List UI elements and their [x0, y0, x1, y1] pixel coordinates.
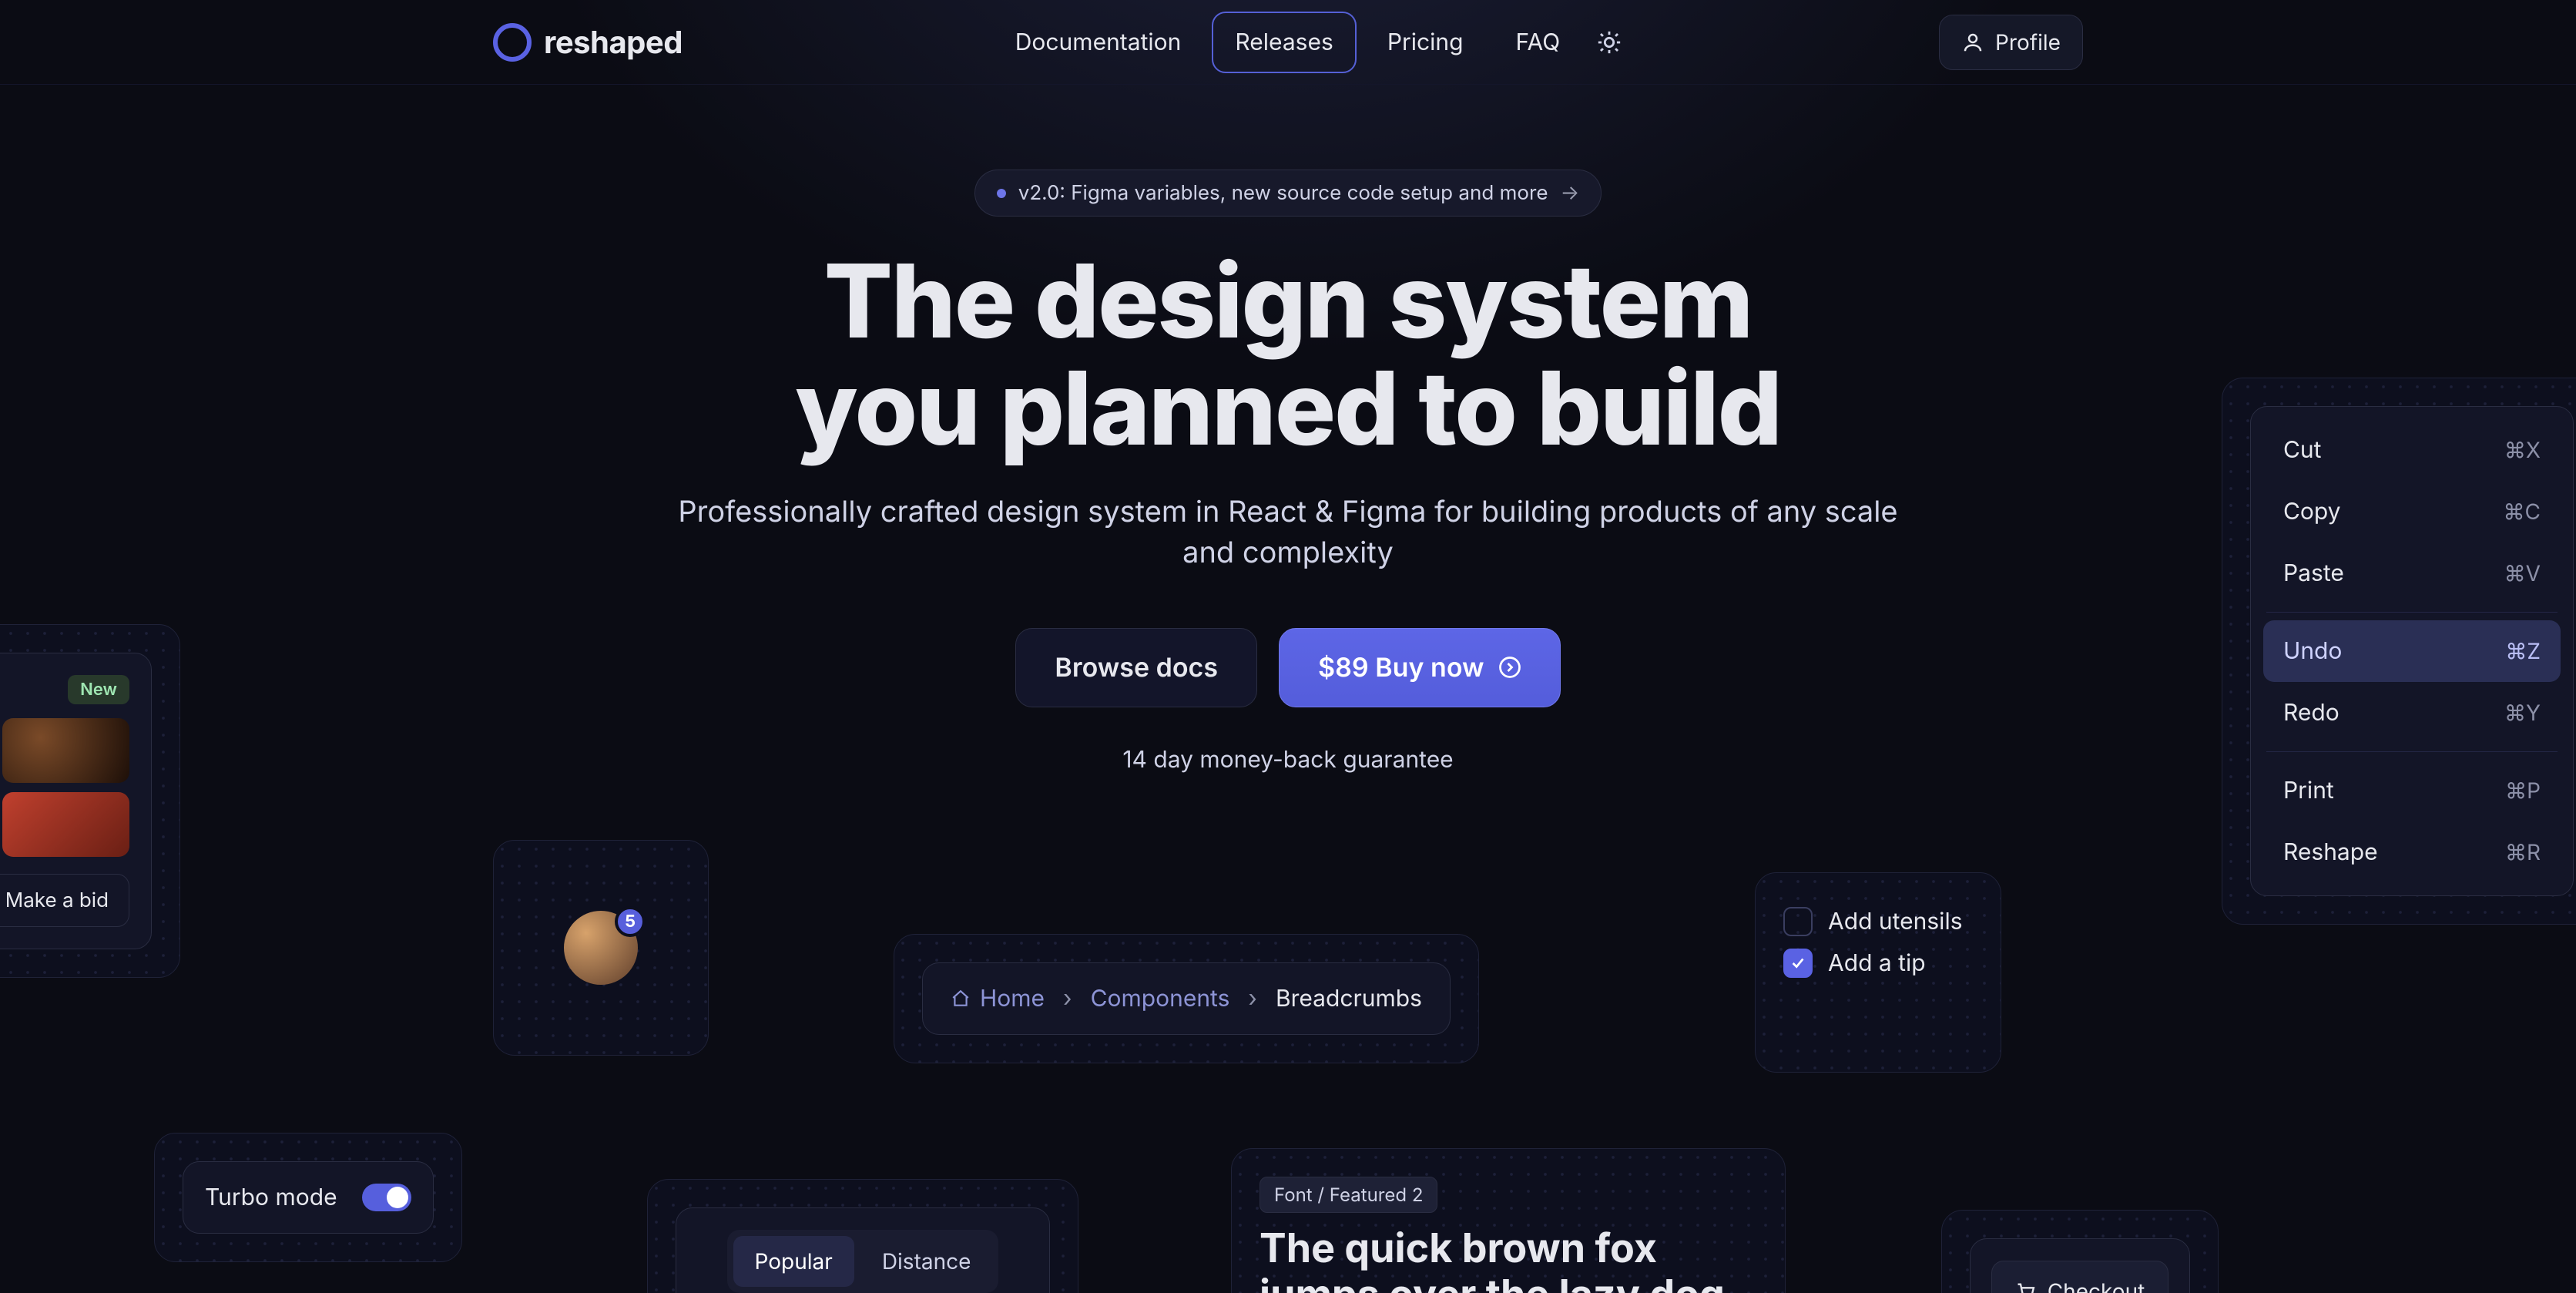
menu-shortcut: ⌘Z [2505, 638, 2541, 664]
avatar: 5 [564, 911, 638, 985]
nav-links: Documentation Releases Pricing FAQ [994, 12, 1628, 73]
menu-cut[interactable]: Cut ⌘X [2263, 419, 2561, 481]
menu-label: Cut [2283, 436, 2321, 464]
menu-label: Paste [2283, 559, 2344, 587]
demo-avatar-card: 5 [493, 840, 709, 1056]
hero: v2.0: Figma variables, new source code s… [0, 170, 2576, 774]
breadcrumb-label: Home [980, 985, 1045, 1013]
breadcrumb: Home › Components › Breadcrumbs [951, 985, 1422, 1013]
cta-row: Browse docs $89 Buy now [1015, 628, 1560, 707]
menu-paste[interactable]: Paste ⌘V [2263, 542, 2561, 604]
breadcrumb-current: Breadcrumbs [1276, 985, 1422, 1013]
menu-shortcut: ⌘X [2504, 437, 2541, 463]
tab-distance[interactable]: Distance [860, 1236, 993, 1287]
segmented-control: Popular Distance [727, 1230, 999, 1293]
menu-reshape[interactable]: Reshape ⌘R [2263, 821, 2561, 883]
logo-icon [493, 23, 532, 62]
profile-label: Profile [1995, 29, 2061, 55]
menu-undo[interactable]: Undo ⌘Z [2263, 620, 2561, 682]
breadcrumb-home[interactable]: Home [951, 985, 1045, 1013]
theme-toggle-icon[interactable] [1591, 24, 1628, 61]
demo-bid-card: Esther Naomi New ETH Make a bid [0, 624, 180, 978]
menu-redo[interactable]: Redo ⌘Y [2263, 682, 2561, 744]
switch-knob-icon [387, 1187, 408, 1208]
profile-button[interactable]: Profile [1939, 15, 2083, 70]
dot-icon [997, 189, 1006, 198]
chevron-right-icon: › [1248, 985, 1257, 1013]
arrow-right-icon: → [1560, 181, 1579, 205]
hero-title-line1: The design system [824, 239, 1753, 362]
home-icon [951, 989, 971, 1009]
menu-shortcut: ⌘Y [2504, 700, 2541, 726]
hero-subtitle: Professionally crafted design system in … [672, 492, 1904, 573]
menu-label: Redo [2283, 699, 2340, 727]
breadcrumb-components[interactable]: Components [1091, 985, 1230, 1013]
browse-docs-button[interactable]: Browse docs [1015, 628, 1257, 707]
demo-checklist-card: Add utensils Add a tip [1755, 872, 2001, 1073]
menu-label: Copy [2283, 498, 2341, 526]
browse-docs-label: Browse docs [1055, 652, 1218, 683]
context-menu: Cut ⌘X Copy ⌘C Paste ⌘V Undo ⌘Z Redo ⌘Y [2250, 406, 2574, 896]
font-chip: Font / Featured 2 [1259, 1177, 1437, 1213]
menu-print[interactable]: Print ⌘P [2263, 760, 2561, 821]
nav-pricing[interactable]: Pricing [1366, 13, 1485, 72]
chevron-right-icon: › [1063, 985, 1072, 1013]
nav-actions: Profile [1939, 15, 2083, 70]
user-icon [1961, 31, 1984, 54]
new-badge: New [68, 675, 129, 704]
hero-title: The design system you planned to build [795, 247, 1781, 461]
check-label: Add a tip [1828, 949, 1926, 977]
nav-releases[interactable]: Releases [1212, 12, 1356, 73]
tab-popular[interactable]: Popular [733, 1236, 854, 1287]
menu-shortcut: ⌘R [2505, 839, 2541, 865]
make-a-bid-button[interactable]: Make a bid [0, 874, 129, 927]
hero-title-line2: you planned to build [795, 346, 1781, 469]
demo-tabs-card: Popular Distance [647, 1179, 1078, 1293]
menu-shortcut: ⌘V [2504, 560, 2541, 586]
checkout-button[interactable]: Checkout [1991, 1261, 2169, 1293]
demo-checkout-card: Checkout [1941, 1210, 2219, 1293]
turbo-switch[interactable] [362, 1184, 411, 1211]
demo-context-menu-card: Cut ⌘X Copy ⌘C Paste ⌘V Undo ⌘Z Redo ⌘Y [2222, 378, 2576, 925]
brand-name: reshaped [544, 23, 683, 61]
bid-images [0, 718, 129, 857]
buy-now-label: $89 Buy now [1318, 652, 1484, 683]
brand[interactable]: reshaped [493, 23, 683, 62]
demo-font-card: Font / Featured 2 The quick brown fox ju… [1231, 1148, 1786, 1293]
release-banner[interactable]: v2.0: Figma variables, new source code s… [974, 170, 1602, 217]
nav-documentation[interactable]: Documentation [994, 13, 1203, 72]
image-thumb [2, 792, 129, 857]
menu-label: Undo [2283, 637, 2342, 665]
nav-faq[interactable]: FAQ [1494, 13, 1582, 72]
avatar-badge-count: 5 [615, 906, 646, 937]
check-row-tip[interactable]: Add a tip [1783, 942, 1973, 984]
checkout-label: Checkout [2048, 1278, 2145, 1293]
check-label: Add utensils [1828, 908, 1963, 935]
bid-card: Esther Naomi New ETH Make a bid [0, 653, 152, 949]
arrow-right-circle-icon [1498, 656, 1521, 679]
release-banner-text: v2.0: Figma variables, new source code s… [1018, 181, 1548, 205]
menu-label: Reshape [2283, 838, 2378, 866]
menu-label: Print [2283, 777, 2334, 804]
font-sample-text: The quick brown fox jumps over the lazy … [1259, 1225, 1757, 1293]
top-nav: reshaped Documentation Releases Pricing … [0, 0, 2576, 85]
demo-breadcrumbs-card: Home › Components › Breadcrumbs [894, 934, 1479, 1063]
menu-shortcut: ⌘C [2504, 499, 2541, 525]
buy-now-button[interactable]: $89 Buy now [1279, 628, 1561, 707]
checkbox-checked-icon[interactable] [1783, 949, 1813, 978]
menu-shortcut: ⌘P [2505, 777, 2541, 804]
turbo-label: Turbo mode [205, 1184, 337, 1211]
demo-turbo-card: Turbo mode [154, 1133, 462, 1262]
guarantee-text: 14 day money-back guarantee [1122, 746, 1453, 774]
cart-icon [2015, 1281, 2037, 1293]
menu-copy[interactable]: Copy ⌘C [2263, 481, 2561, 542]
check-row-utensils[interactable]: Add utensils [1783, 901, 1973, 942]
turbo-row: Turbo mode [183, 1161, 434, 1234]
image-thumb [2, 718, 129, 783]
checkbox-icon[interactable] [1783, 907, 1813, 936]
